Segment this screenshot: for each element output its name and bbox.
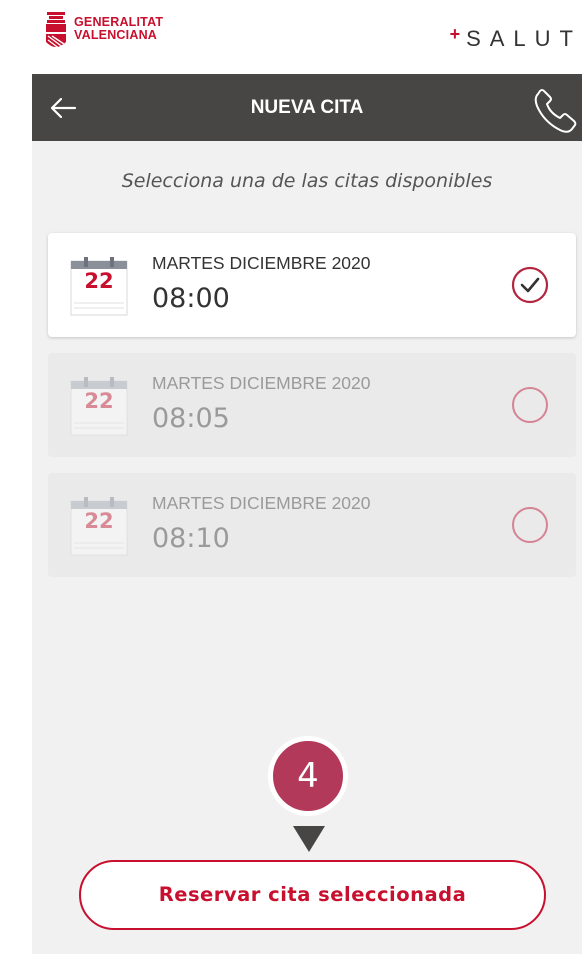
slot-date: MARTES DICIEMBRE 2020 <box>152 493 371 513</box>
salut-plus: + <box>449 24 467 44</box>
appointment-slot-1[interactable]: 22 MARTES DICIEMBRE 2020 08:00 <box>48 233 576 337</box>
salut-wordmark: +SALUT <box>450 24 582 52</box>
calendar-day: 22 <box>84 269 114 293</box>
generalitat-wordmark: GENERALITAT VALENCIANA <box>74 16 163 42</box>
generalitat-line2: VALENCIANA <box>74 28 158 42</box>
radio-checked-icon[interactable] <box>510 265 550 305</box>
slot-time: 08:10 <box>152 523 230 554</box>
brand-bar: GENERALITAT VALENCIANA +SALUT <box>32 0 582 74</box>
app-screen: GENERALITAT VALENCIANA +SALUT NUEVA CITA… <box>32 0 582 954</box>
radio-unchecked-icon[interactable] <box>510 385 550 425</box>
calendar-day: 22 <box>84 509 114 533</box>
instructions-text: Selecciona una de las citas disponibles <box>121 170 493 192</box>
generalitat-logo-icon <box>46 12 66 50</box>
calendar-day: 22 <box>84 389 114 413</box>
reserve-appointment-button[interactable]: Reservar cita seleccionada <box>79 860 546 930</box>
page-title: NUEVA CITA <box>250 97 364 118</box>
radio-unchecked-icon[interactable] <box>510 505 550 545</box>
slot-date: MARTES DICIEMBRE 2020 <box>152 253 371 273</box>
appointment-slot-2[interactable]: 22 MARTES DICIEMBRE 2020 08:05 <box>48 353 576 457</box>
slot-time: 08:05 <box>152 403 230 434</box>
slot-date: MARTES DICIEMBRE 2020 <box>152 373 371 393</box>
slot-time: 08:00 <box>152 283 230 314</box>
step-number-badge: 4 <box>268 736 348 816</box>
phone-icon[interactable] <box>528 82 582 138</box>
step-pointer-arrow <box>293 826 325 852</box>
appointment-slot-3[interactable]: 22 MARTES DICIEMBRE 2020 08:10 <box>48 473 576 577</box>
app-header: NUEVA CITA <box>32 74 582 141</box>
salut-text: SALUT <box>466 26 582 51</box>
